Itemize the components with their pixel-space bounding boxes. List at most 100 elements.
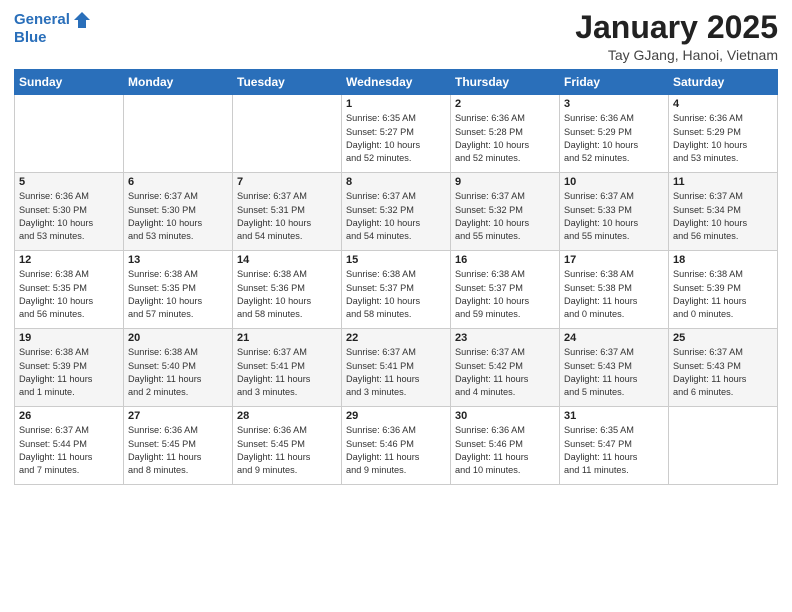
day-number: 17: [564, 254, 664, 266]
day-info: Sunrise: 6:38 AM Sunset: 5:37 PM Dayligh…: [455, 268, 555, 321]
day-info: Sunrise: 6:37 AM Sunset: 5:41 PM Dayligh…: [237, 346, 337, 399]
month-title: January 2025: [575, 10, 778, 45]
day-number: 25: [673, 332, 773, 344]
col-friday: Friday: [560, 70, 669, 95]
table-row: [669, 407, 778, 485]
day-info: Sunrise: 6:36 AM Sunset: 5:29 PM Dayligh…: [673, 112, 773, 165]
table-row: 16 Sunrise: 6:38 AM Sunset: 5:37 PM Dayli…: [451, 251, 560, 329]
table-row: [124, 95, 233, 173]
day-number: 22: [346, 332, 446, 344]
col-thursday: Thursday: [451, 70, 560, 95]
day-number: 30: [455, 410, 555, 422]
table-row: [233, 95, 342, 173]
day-info: Sunrise: 6:37 AM Sunset: 5:32 PM Dayligh…: [346, 190, 446, 243]
col-sunday: Sunday: [15, 70, 124, 95]
day-number: 12: [19, 254, 119, 266]
day-info: Sunrise: 6:36 AM Sunset: 5:46 PM Dayligh…: [455, 424, 555, 477]
table-row: 27 Sunrise: 6:36 AM Sunset: 5:45 PM Dayli…: [124, 407, 233, 485]
table-row: 24 Sunrise: 6:37 AM Sunset: 5:43 PM Dayli…: [560, 329, 669, 407]
col-tuesday: Tuesday: [233, 70, 342, 95]
col-saturday: Saturday: [669, 70, 778, 95]
day-info: Sunrise: 6:35 AM Sunset: 5:27 PM Dayligh…: [346, 112, 446, 165]
table-row: 1 Sunrise: 6:35 AM Sunset: 5:27 PM Daylig…: [342, 95, 451, 173]
day-info: Sunrise: 6:38 AM Sunset: 5:38 PM Dayligh…: [564, 268, 664, 321]
calendar-week-row: 12 Sunrise: 6:38 AM Sunset: 5:35 PM Dayli…: [15, 251, 778, 329]
day-number: 15: [346, 254, 446, 266]
day-number: 11: [673, 176, 773, 188]
table-row: 25 Sunrise: 6:37 AM Sunset: 5:43 PM Dayli…: [669, 329, 778, 407]
table-row: 13 Sunrise: 6:38 AM Sunset: 5:35 PM Dayli…: [124, 251, 233, 329]
logo-blue: Blue: [14, 30, 92, 47]
day-number: 19: [19, 332, 119, 344]
day-number: 29: [346, 410, 446, 422]
day-info: Sunrise: 6:38 AM Sunset: 5:39 PM Dayligh…: [19, 346, 119, 399]
day-info: Sunrise: 6:38 AM Sunset: 5:37 PM Dayligh…: [346, 268, 446, 321]
table-row: 20Sunrise: 6:38 AM Sunset: 5:40 PM Dayli…: [124, 329, 233, 407]
calendar: Sunday Monday Tuesday Wednesday Thursday…: [14, 69, 778, 485]
table-row: 23 Sunrise: 6:37 AM Sunset: 5:42 PM Dayli…: [451, 329, 560, 407]
table-row: 17 Sunrise: 6:38 AM Sunset: 5:38 PM Dayli…: [560, 251, 669, 329]
day-info: Sunrise: 6:38 AM Sunset: 5:35 PM Dayligh…: [128, 268, 228, 321]
table-row: [15, 95, 124, 173]
calendar-week-row: 26Sunrise: 6:37 AM Sunset: 5:44 PM Dayli…: [15, 407, 778, 485]
day-info: Sunrise: 6:37 AM Sunset: 5:31 PM Dayligh…: [237, 190, 337, 243]
calendar-week-row: 1 Sunrise: 6:35 AM Sunset: 5:27 PM Daylig…: [15, 95, 778, 173]
day-info: Sunrise: 6:37 AM Sunset: 5:30 PM Dayligh…: [128, 190, 228, 243]
day-number: 8: [346, 176, 446, 188]
day-info: Sunrise: 6:36 AM Sunset: 5:29 PM Dayligh…: [564, 112, 664, 165]
table-row: 22Sunrise: 6:37 AM Sunset: 5:41 PM Dayli…: [342, 329, 451, 407]
table-row: 11 Sunrise: 6:37 AM Sunset: 5:34 PM Dayli…: [669, 173, 778, 251]
logo-general: General: [14, 11, 70, 28]
day-info: Sunrise: 6:38 AM Sunset: 5:35 PM Dayligh…: [19, 268, 119, 321]
day-number: 2: [455, 98, 555, 110]
day-number: 16: [455, 254, 555, 266]
day-number: 31: [564, 410, 664, 422]
logo-icon: [72, 10, 92, 30]
day-info: Sunrise: 6:37 AM Sunset: 5:43 PM Dayligh…: [564, 346, 664, 399]
table-row: 18Sunrise: 6:38 AM Sunset: 5:39 PM Dayli…: [669, 251, 778, 329]
day-number: 24: [564, 332, 664, 344]
day-number: 7: [237, 176, 337, 188]
day-info: Sunrise: 6:37 AM Sunset: 5:43 PM Dayligh…: [673, 346, 773, 399]
table-row: 15 Sunrise: 6:38 AM Sunset: 5:37 PM Dayli…: [342, 251, 451, 329]
day-info: Sunrise: 6:37 AM Sunset: 5:44 PM Dayligh…: [19, 424, 119, 477]
col-monday: Monday: [124, 70, 233, 95]
location-subtitle: Tay GJang, Hanoi, Vietnam: [575, 47, 778, 63]
day-number: 6: [128, 176, 228, 188]
day-number: 18: [673, 254, 773, 266]
day-number: 4: [673, 98, 773, 110]
calendar-week-row: 5 Sunrise: 6:36 AM Sunset: 5:30 PM Daylig…: [15, 173, 778, 251]
table-row: 29 Sunrise: 6:36 AM Sunset: 5:46 PM Dayli…: [342, 407, 451, 485]
page: General Blue January 2025 Tay GJang, Han…: [0, 0, 792, 612]
title-block: January 2025 Tay GJang, Hanoi, Vietnam: [575, 10, 778, 63]
table-row: 9 Sunrise: 6:37 AM Sunset: 5:32 PM Daylig…: [451, 173, 560, 251]
table-row: 21Sunrise: 6:37 AM Sunset: 5:41 PM Dayli…: [233, 329, 342, 407]
table-row: 12 Sunrise: 6:38 AM Sunset: 5:35 PM Dayli…: [15, 251, 124, 329]
day-number: 9: [455, 176, 555, 188]
table-row: 14Sunrise: 6:38 AM Sunset: 5:36 PM Dayli…: [233, 251, 342, 329]
day-info: Sunrise: 6:36 AM Sunset: 5:30 PM Dayligh…: [19, 190, 119, 243]
day-info: Sunrise: 6:37 AM Sunset: 5:33 PM Dayligh…: [564, 190, 664, 243]
calendar-header-row: Sunday Monday Tuesday Wednesday Thursday…: [15, 70, 778, 95]
day-info: Sunrise: 6:37 AM Sunset: 5:34 PM Dayligh…: [673, 190, 773, 243]
day-number: 1: [346, 98, 446, 110]
day-info: Sunrise: 6:38 AM Sunset: 5:36 PM Dayligh…: [237, 268, 337, 321]
day-number: 13: [128, 254, 228, 266]
day-number: 3: [564, 98, 664, 110]
table-row: 7 Sunrise: 6:37 AM Sunset: 5:31 PM Daylig…: [233, 173, 342, 251]
day-info: Sunrise: 6:36 AM Sunset: 5:45 PM Dayligh…: [128, 424, 228, 477]
day-info: Sunrise: 6:37 AM Sunset: 5:42 PM Dayligh…: [455, 346, 555, 399]
day-number: 23: [455, 332, 555, 344]
day-info: Sunrise: 6:37 AM Sunset: 5:32 PM Dayligh…: [455, 190, 555, 243]
table-row: 2Sunrise: 6:36 AM Sunset: 5:28 PM Daylig…: [451, 95, 560, 173]
day-number: 10: [564, 176, 664, 188]
table-row: 6 Sunrise: 6:37 AM Sunset: 5:30 PM Daylig…: [124, 173, 233, 251]
table-row: 28Sunrise: 6:36 AM Sunset: 5:45 PM Dayli…: [233, 407, 342, 485]
day-number: 27: [128, 410, 228, 422]
col-wednesday: Wednesday: [342, 70, 451, 95]
day-number: 5: [19, 176, 119, 188]
table-row: 8 Sunrise: 6:37 AM Sunset: 5:32 PM Daylig…: [342, 173, 451, 251]
day-number: 28: [237, 410, 337, 422]
day-info: Sunrise: 6:36 AM Sunset: 5:46 PM Dayligh…: [346, 424, 446, 477]
table-row: 30 Sunrise: 6:36 AM Sunset: 5:46 PM Dayli…: [451, 407, 560, 485]
